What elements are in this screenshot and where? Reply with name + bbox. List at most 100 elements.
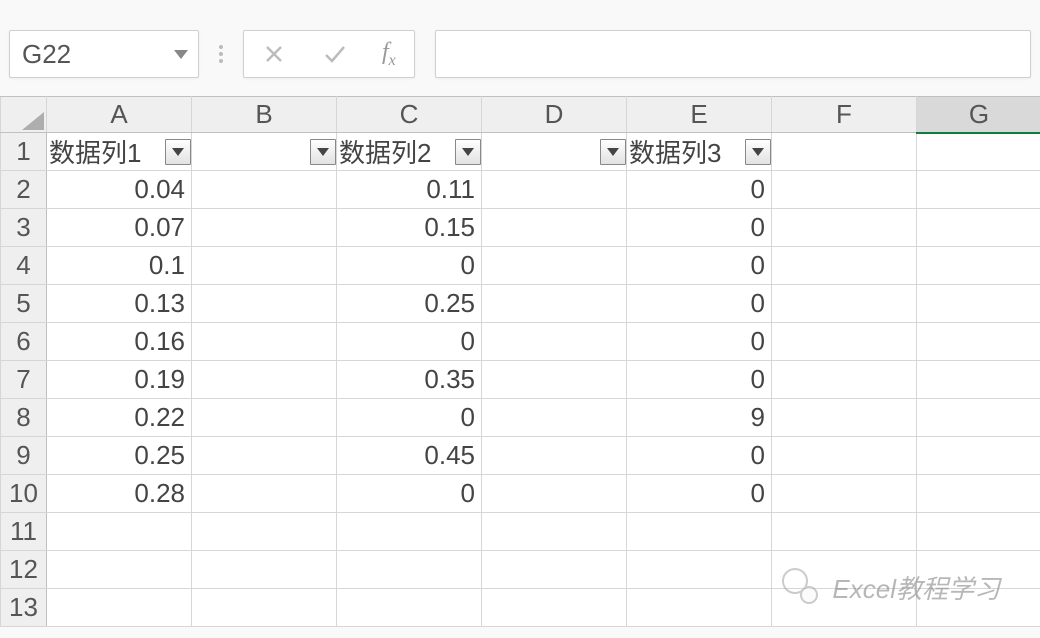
filter-button[interactable] xyxy=(310,139,336,165)
row-header[interactable]: 5 xyxy=(1,285,47,323)
cell[interactable] xyxy=(192,209,337,247)
cell[interactable] xyxy=(627,513,772,551)
cell[interactable] xyxy=(47,513,192,551)
column-header-D[interactable]: D xyxy=(482,97,627,133)
cell[interactable] xyxy=(917,437,1040,475)
cell[interactable] xyxy=(482,247,627,285)
filter-button[interactable] xyxy=(745,139,771,165)
cell[interactable] xyxy=(917,285,1040,323)
cell[interactable]: 0 xyxy=(627,285,772,323)
cell[interactable]: 0.19 xyxy=(47,361,192,399)
cell[interactable] xyxy=(772,513,917,551)
cell[interactable]: 0.07 xyxy=(47,209,192,247)
column-header-B[interactable]: B xyxy=(192,97,337,133)
cell[interactable]: 0 xyxy=(627,437,772,475)
cell[interactable] xyxy=(917,475,1040,513)
cell[interactable] xyxy=(917,399,1040,437)
cell[interactable]: 0.45 xyxy=(337,437,482,475)
cell[interactable] xyxy=(192,285,337,323)
cancel-icon[interactable] xyxy=(262,42,286,66)
cell[interactable]: 0 xyxy=(337,247,482,285)
cell[interactable]: 0.22 xyxy=(47,399,192,437)
cell[interactable]: 数据列1 xyxy=(47,133,192,171)
cell[interactable]: 数据列2 xyxy=(337,133,482,171)
cell[interactable] xyxy=(47,551,192,589)
row-header[interactable]: 3 xyxy=(1,209,47,247)
filter-button[interactable] xyxy=(165,139,191,165)
cell[interactable] xyxy=(917,171,1040,209)
cell[interactable] xyxy=(917,551,1040,589)
cell[interactable] xyxy=(772,361,917,399)
select-all-corner[interactable] xyxy=(1,97,47,133)
cell[interactable]: 数据列3 xyxy=(627,133,772,171)
cell[interactable]: 0 xyxy=(627,247,772,285)
cell[interactable]: 0.16 xyxy=(47,323,192,361)
cell[interactable] xyxy=(917,247,1040,285)
cell[interactable] xyxy=(772,475,917,513)
cell[interactable] xyxy=(482,513,627,551)
cell[interactable] xyxy=(47,589,192,627)
row-header[interactable]: 2 xyxy=(1,171,47,209)
name-box[interactable]: G22 xyxy=(9,30,199,78)
cell[interactable] xyxy=(482,133,627,171)
cell[interactable]: 0.15 xyxy=(337,209,482,247)
cell[interactable] xyxy=(192,361,337,399)
filter-button[interactable] xyxy=(455,139,481,165)
cell[interactable] xyxy=(772,247,917,285)
cell[interactable] xyxy=(772,399,917,437)
cell[interactable] xyxy=(192,133,337,171)
cell[interactable]: 0 xyxy=(627,171,772,209)
cell[interactable] xyxy=(482,551,627,589)
row-header[interactable]: 13 xyxy=(1,589,47,627)
cell[interactable]: 0 xyxy=(627,323,772,361)
column-header-A[interactable]: A xyxy=(47,97,192,133)
cell[interactable]: 0.1 xyxy=(47,247,192,285)
cell[interactable] xyxy=(482,475,627,513)
cell[interactable] xyxy=(917,589,1040,627)
cell[interactable] xyxy=(917,361,1040,399)
row-header[interactable]: 10 xyxy=(1,475,47,513)
cell[interactable] xyxy=(192,399,337,437)
cell[interactable] xyxy=(192,437,337,475)
cell[interactable] xyxy=(772,323,917,361)
cell[interactable]: 0 xyxy=(337,323,482,361)
cell[interactable] xyxy=(192,247,337,285)
row-header[interactable]: 7 xyxy=(1,361,47,399)
cell[interactable] xyxy=(482,399,627,437)
cell[interactable]: 0 xyxy=(627,209,772,247)
cell[interactable]: 0 xyxy=(627,361,772,399)
cell[interactable]: 0.11 xyxy=(337,171,482,209)
chevron-down-icon[interactable] xyxy=(174,50,188,59)
filter-button[interactable] xyxy=(600,139,626,165)
cell[interactable] xyxy=(482,285,627,323)
formula-input[interactable] xyxy=(435,30,1031,78)
cell[interactable] xyxy=(917,323,1040,361)
enter-icon[interactable] xyxy=(322,42,346,66)
cell[interactable] xyxy=(482,589,627,627)
cell[interactable]: 0.13 xyxy=(47,285,192,323)
cell[interactable]: 0.25 xyxy=(337,285,482,323)
cell[interactable]: 0.04 xyxy=(47,171,192,209)
cell[interactable] xyxy=(917,513,1040,551)
row-header[interactable]: 6 xyxy=(1,323,47,361)
cell[interactable]: 0.35 xyxy=(337,361,482,399)
cell[interactable] xyxy=(917,133,1040,171)
cell[interactable]: 0.28 xyxy=(47,475,192,513)
row-header[interactable]: 8 xyxy=(1,399,47,437)
cell[interactable] xyxy=(917,209,1040,247)
cell[interactable] xyxy=(772,589,917,627)
cell[interactable] xyxy=(192,589,337,627)
cell[interactable] xyxy=(627,589,772,627)
cell[interactable]: 0.25 xyxy=(47,437,192,475)
row-header[interactable]: 12 xyxy=(1,551,47,589)
cell[interactable]: 0 xyxy=(337,475,482,513)
cell[interactable] xyxy=(482,323,627,361)
column-header-F[interactable]: F xyxy=(772,97,917,133)
cell[interactable] xyxy=(482,437,627,475)
row-header[interactable]: 9 xyxy=(1,437,47,475)
cell[interactable] xyxy=(772,209,917,247)
row-header[interactable]: 11 xyxy=(1,513,47,551)
cell[interactable] xyxy=(192,475,337,513)
cell[interactable] xyxy=(482,209,627,247)
cell[interactable] xyxy=(772,133,917,171)
